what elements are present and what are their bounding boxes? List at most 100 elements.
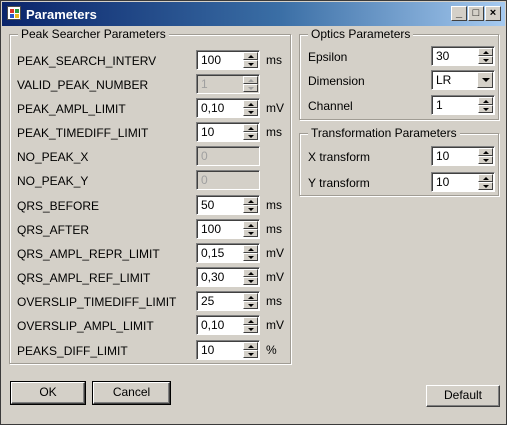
overslip-timediff-limit-up-button[interactable]: [243, 293, 258, 301]
peak-search-interv-up-button[interactable]: [243, 52, 258, 60]
no-peak-y-label: NO_PEAK_Y: [17, 174, 89, 188]
epsilon-spinner[interactable]: [478, 48, 493, 64]
overslip-timediff-limit-down-button[interactable]: [243, 301, 258, 309]
arrow-down-icon: [248, 304, 254, 307]
maximize-button[interactable]: □: [468, 6, 484, 21]
valid-peak-number-label: VALID_PEAK_NUMBER: [17, 78, 149, 92]
close-button[interactable]: ×: [485, 6, 501, 21]
overslip-ampl-limit-spinbox[interactable]: 0,10: [196, 315, 260, 335]
valid-peak-number-spinbox: 1: [196, 74, 260, 94]
peaks-diff-limit-value: 10: [201, 343, 215, 357]
x-transform-up-button[interactable]: [478, 148, 493, 156]
qrs-before-down-button[interactable]: [243, 205, 258, 213]
peak-search-interv-spinner[interactable]: [243, 52, 258, 68]
qrs-before-up-button[interactable]: [243, 197, 258, 205]
peak-timediff-limit-spinbox[interactable]: 10: [196, 122, 260, 142]
qrs-after-unit: ms: [266, 222, 282, 236]
peak-timediff-limit-down-button[interactable]: [243, 132, 258, 140]
arrow-down-icon: [248, 328, 254, 331]
qrs-ampl-ref-limit-spinner[interactable]: [243, 269, 258, 285]
qrs-after-spinbox[interactable]: 100: [196, 219, 260, 239]
overslip-timediff-limit-spinner[interactable]: [243, 293, 258, 309]
channel-value: 1: [436, 98, 443, 112]
peaks-diff-limit-down-button[interactable]: [243, 350, 258, 358]
optics-group-title: Optics Parameters: [308, 27, 414, 41]
overslip-ampl-limit-down-button[interactable]: [243, 325, 258, 333]
arrow-up-icon: [248, 55, 254, 58]
peak-timediff-limit-label: PEAK_TIMEDIFF_LIMIT: [17, 126, 149, 140]
peak-search-interv-label: PEAK_SEARCH_INTERV: [17, 54, 157, 68]
qrs-before-spinbox[interactable]: 50: [196, 195, 260, 215]
x-transform-spinbox[interactable]: 10: [431, 146, 495, 166]
peak-ampl-limit-spinbox[interactable]: 0,10: [196, 98, 260, 118]
dimension-label: Dimension: [308, 74, 365, 88]
qrs-after-spinner[interactable]: [243, 221, 258, 237]
dimension-dropdown[interactable]: LR: [431, 70, 495, 90]
qrs-ampl-repr-limit-spinner[interactable]: [243, 245, 258, 261]
peaks-diff-limit-spinner[interactable]: [243, 342, 258, 358]
peak-timediff-limit-unit: ms: [266, 125, 282, 139]
peak-ampl-limit-down-button[interactable]: [243, 108, 258, 116]
arrow-up-icon: [248, 224, 254, 227]
qrs-ampl-repr-limit-label: QRS_AMPL_REPR_LIMIT: [17, 247, 160, 261]
dimension-dropdown-button[interactable]: [477, 72, 493, 88]
peak-timediff-limit-spinner[interactable]: [243, 124, 258, 140]
channel-up-button[interactable]: [478, 97, 493, 105]
minimize-button[interactable]: _: [451, 6, 467, 21]
x-transform-label: X transform: [308, 150, 371, 164]
x-transform-spinner[interactable]: [478, 148, 493, 164]
channel-spinner[interactable]: [478, 97, 493, 113]
y-transform-spinbox[interactable]: 10: [431, 172, 495, 192]
qrs-before-spinner[interactable]: [243, 197, 258, 213]
peak-searcher-group-title: Peak Searcher Parameters: [18, 27, 169, 41]
qrs-ampl-ref-limit-down-button[interactable]: [243, 277, 258, 285]
y-transform-label: Y transform: [308, 176, 370, 190]
y-transform-spinner[interactable]: [478, 174, 493, 190]
valid-peak-number-value: 1: [201, 77, 208, 91]
peak-search-interv-spinbox[interactable]: 100: [196, 50, 260, 70]
y-transform-down-button[interactable]: [478, 182, 493, 190]
x-transform-down-button[interactable]: [478, 156, 493, 164]
peak-timediff-limit-up-button[interactable]: [243, 124, 258, 132]
qrs-ampl-repr-limit-up-button[interactable]: [243, 245, 258, 253]
qrs-ampl-repr-limit-down-button[interactable]: [243, 253, 258, 261]
qrs-ampl-ref-limit-spinbox[interactable]: 0,30: [196, 267, 260, 287]
qrs-after-down-button[interactable]: [243, 229, 258, 237]
peak-ampl-limit-value: 0,10: [201, 101, 225, 115]
peak-ampl-limit-spinner[interactable]: [243, 100, 258, 116]
epsilon-down-button[interactable]: [478, 56, 493, 64]
overslip-ampl-limit-up-button[interactable]: [243, 317, 258, 325]
y-transform-up-button[interactable]: [478, 174, 493, 182]
overslip-timediff-limit-spinbox[interactable]: 25: [196, 291, 260, 311]
qrs-after-up-button[interactable]: [243, 221, 258, 229]
qrs-before-value: 50: [201, 198, 215, 212]
arrow-down-icon: [483, 59, 489, 62]
peak-searcher-group: Peak Searcher Parameters PEAK_SEARCH_INT…: [9, 27, 291, 364]
arrow-down-icon: [483, 185, 489, 188]
epsilon-spinbox[interactable]: 30: [431, 46, 495, 66]
default-button[interactable]: Default: [426, 385, 500, 407]
channel-down-button[interactable]: [478, 105, 493, 113]
peaks-diff-limit-up-button[interactable]: [243, 342, 258, 350]
peak-search-interv-down-button[interactable]: [243, 60, 258, 68]
cancel-button[interactable]: Cancel: [92, 381, 171, 405]
peak-ampl-limit-unit: mV: [266, 101, 284, 115]
arrow-down-icon: [248, 256, 254, 259]
peak-timediff-limit-value: 10: [201, 125, 215, 139]
no-peak-y-value: 0: [201, 173, 208, 187]
overslip-timediff-limit-label: OVERSLIP_TIMEDIFF_LIMIT: [17, 295, 177, 309]
ok-button[interactable]: OK: [10, 381, 86, 405]
overslip-ampl-limit-spinner[interactable]: [243, 317, 258, 333]
qrs-ampl-ref-limit-up-button[interactable]: [243, 269, 258, 277]
transformation-group: Transformation Parameters X transform 10…: [299, 126, 499, 196]
peaks-diff-limit-spinbox[interactable]: 10: [196, 340, 260, 360]
arrow-up-icon: [248, 248, 254, 251]
arrow-down-icon: [248, 111, 254, 114]
qrs-ampl-repr-limit-spinbox[interactable]: 0,15: [196, 243, 260, 263]
valid-peak-number-down-button: [243, 84, 258, 92]
peak-ampl-limit-up-button[interactable]: [243, 100, 258, 108]
channel-spinbox[interactable]: 1: [431, 95, 495, 115]
title-bar[interactable]: Parameters _ □ ×: [2, 2, 505, 26]
epsilon-up-button[interactable]: [478, 48, 493, 56]
arrow-up-icon: [483, 177, 489, 180]
